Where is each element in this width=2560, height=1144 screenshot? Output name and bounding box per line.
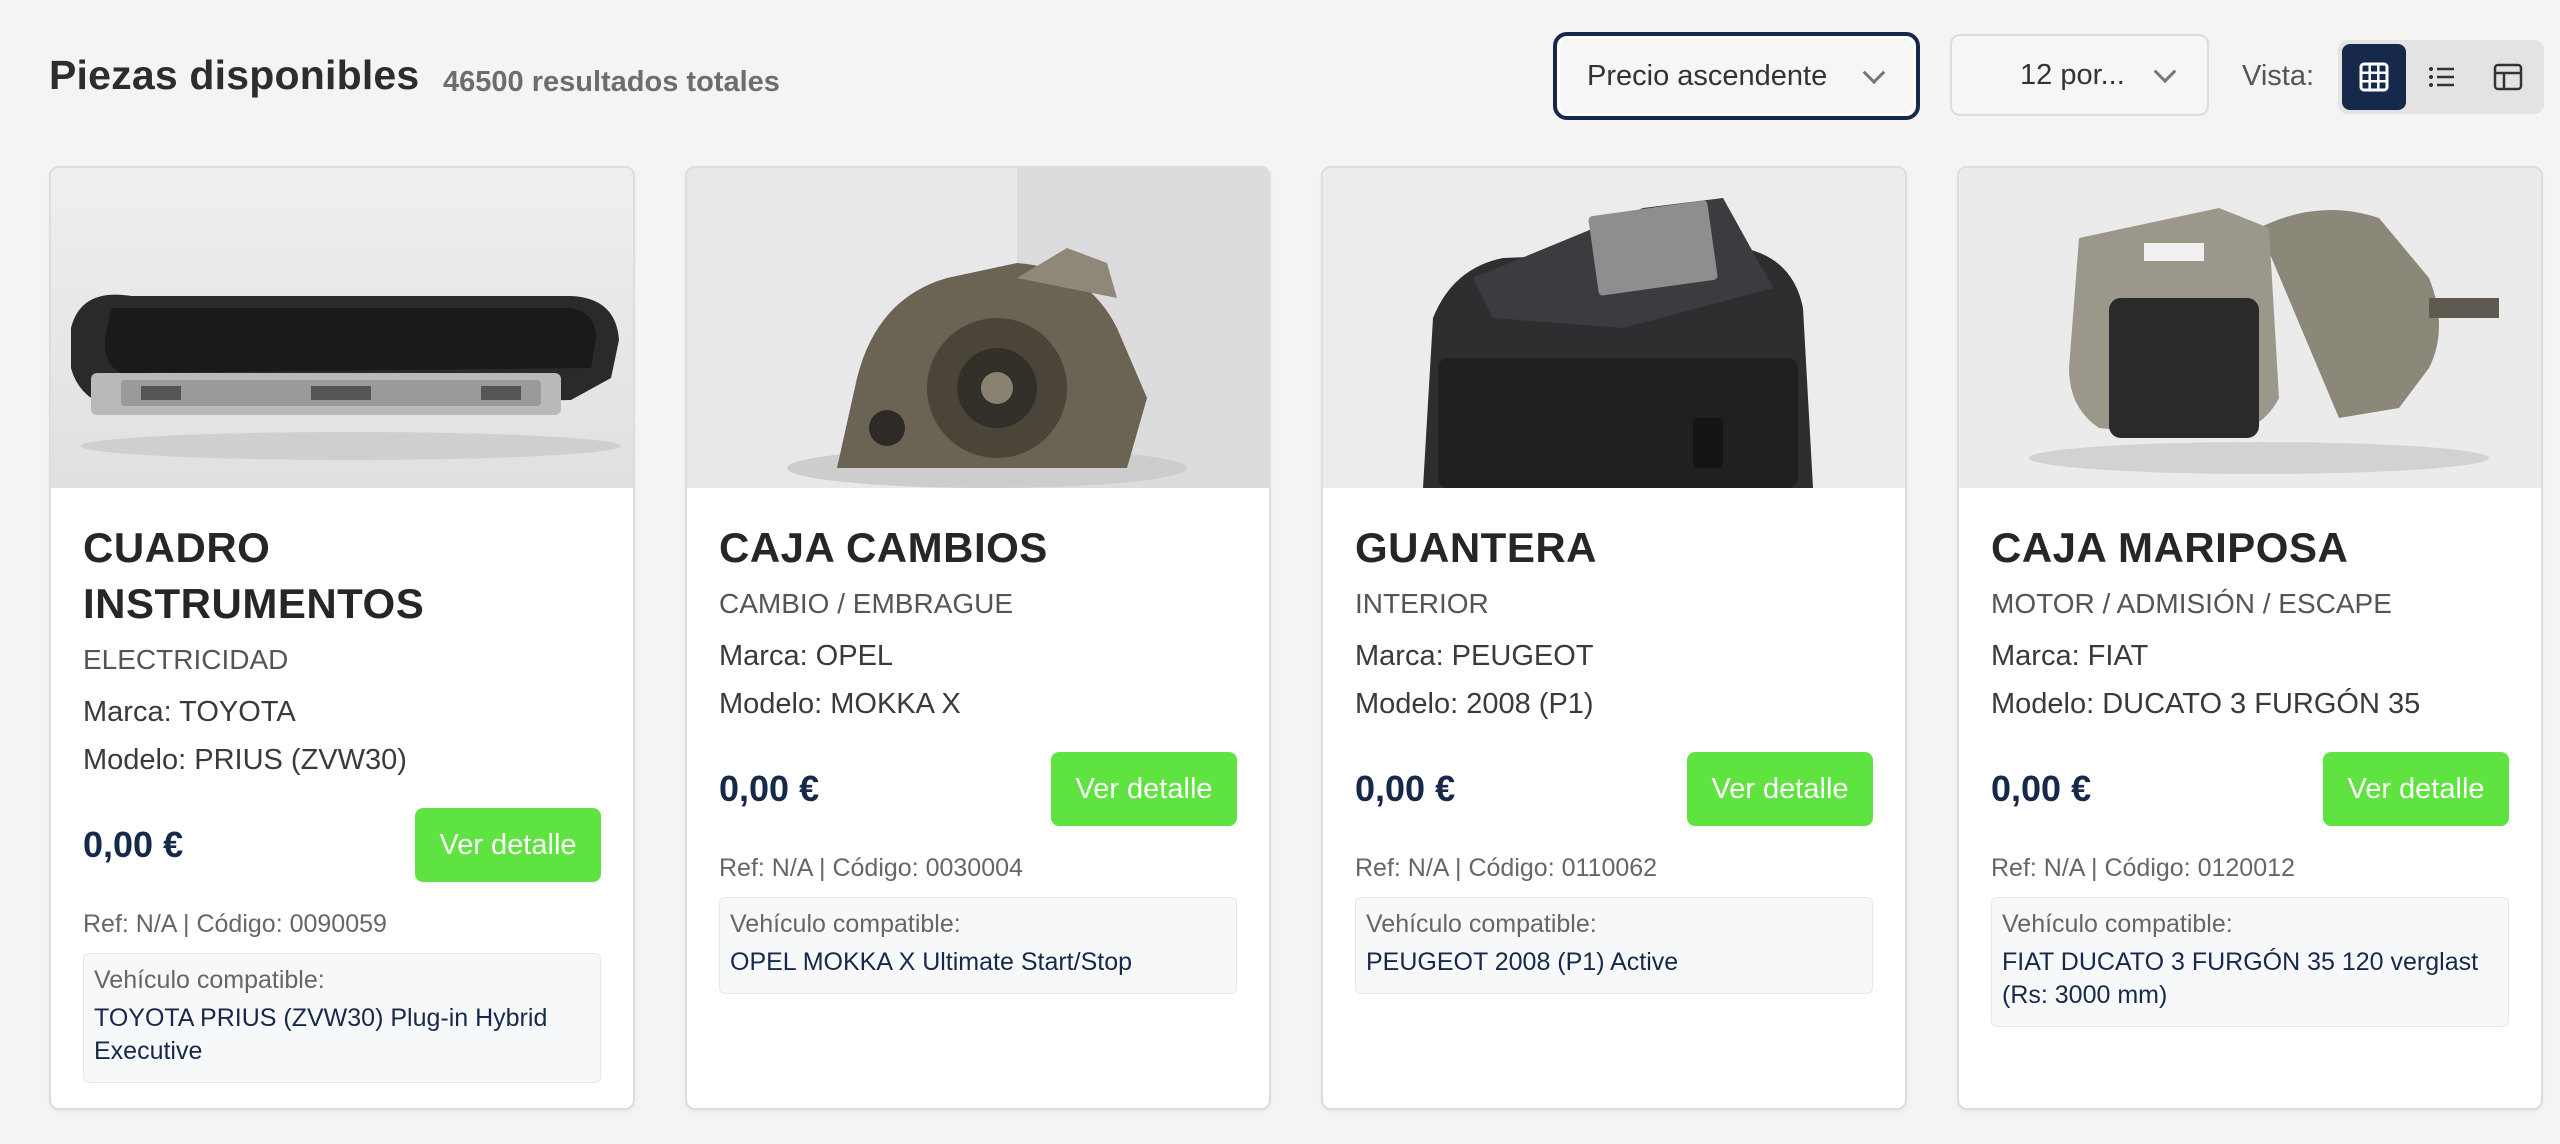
compatible-vehicle-box: Vehículo compatible: TOYOTA PRIUS (ZVW30… <box>83 953 601 1083</box>
compatible-vehicle-label: Vehículo compatible: <box>94 966 325 994</box>
results-toolbar: Piezas disponibles 46500 resultados tota… <box>0 0 2560 160</box>
product-image[interactable] <box>1323 168 1905 488</box>
product-card: CAJA MARIPOSA MOTOR / ADMISIÓN / ESCAPE … <box>1957 166 2543 1110</box>
per-page-select[interactable]: 12 por... <box>1950 34 2209 116</box>
compatible-vehicle-value: FIAT DUCATO 3 FURGÓN 35 120 verglast (Rs… <box>2002 948 2479 1009</box>
result-count: 46500 resultados totales <box>443 66 780 98</box>
page-title: Piezas disponibles <box>49 52 420 98</box>
sort-select-value: Precio ascendente <box>1587 59 1828 92</box>
compatible-vehicle-label: Vehículo compatible: <box>1366 910 1597 938</box>
product-model: Modelo: MOKKA X <box>719 688 961 720</box>
product-brand: Marca: TOYOTA <box>83 696 296 728</box>
product-reference: Ref: N/A | Código: 0120012 <box>1991 854 2295 882</box>
product-title: GUANTERA <box>1355 524 1597 571</box>
price-row: 0,00 € Ver detalle <box>83 808 601 884</box>
compatible-vehicle-label: Vehículo compatible: <box>730 910 961 938</box>
compatible-vehicle-box: Vehículo compatible: FIAT DUCATO 3 FURGÓ… <box>1991 897 2509 1027</box>
compatible-vehicle-value: TOYOTA PRIUS (ZVW30) Plug-in Hybrid Exec… <box>94 1004 548 1065</box>
table-view-button[interactable] <box>2476 44 2540 110</box>
product-card: CUADRO INSTRUMENTOS ELECTRICIDAD Marca: … <box>49 166 635 1110</box>
product-image[interactable] <box>51 168 633 488</box>
grid-view-button[interactable] <box>2342 44 2406 110</box>
gearbox-photo <box>687 168 1269 488</box>
product-model: Modelo: DUCATO 3 FURGÓN 35 <box>1991 688 2421 720</box>
product-image[interactable] <box>1959 168 2541 488</box>
view-detail-button[interactable]: Ver detalle <box>415 808 601 882</box>
product-model: Modelo: 2008 (P1) <box>1355 688 1594 720</box>
product-price: 0,00 € <box>83 824 184 865</box>
product-price: 0,00 € <box>1991 768 2092 809</box>
compatible-vehicle-box: Vehículo compatible: OPEL MOKKA X Ultima… <box>719 897 1237 994</box>
grid-icon <box>2359 62 2389 92</box>
list-icon <box>2429 67 2454 87</box>
product-brand: Marca: FIAT <box>1991 640 2149 672</box>
product-reference: Ref: N/A | Código: 0110062 <box>1355 854 1658 882</box>
product-price: 0,00 € <box>719 768 820 809</box>
product-category: MOTOR / ADMISIÓN / ESCAPE <box>1991 588 2392 619</box>
product-image[interactable] <box>687 168 1269 488</box>
product-model: Modelo: PRIUS (ZVW30) <box>83 744 407 776</box>
view-detail-button[interactable]: Ver detalle <box>1051 752 1237 826</box>
product-card: CAJA CAMBIOS CAMBIO / EMBRAGUE Marca: OP… <box>685 166 1271 1110</box>
per-page-select-value: 12 por... <box>2020 58 2125 91</box>
table-icon <box>2493 63 2523 91</box>
product-category: INTERIOR <box>1355 588 1489 619</box>
price-row: 0,00 € Ver detalle <box>719 752 1237 828</box>
product-price: 0,00 € <box>1355 768 1456 809</box>
list-view-button[interactable] <box>2410 44 2474 110</box>
product-brand: Marca: OPEL <box>719 640 894 672</box>
product-title: CAJA CAMBIOS <box>719 524 1048 571</box>
product-title: CAJA MARIPOSA <box>1991 524 2349 571</box>
instrument-cluster-photo <box>51 168 633 488</box>
view-mode-label: Vista: <box>2242 60 2315 92</box>
view-mode-toggle <box>2338 40 2544 114</box>
product-brand: Marca: PEUGEOT <box>1355 640 1594 672</box>
chevron-down-icon <box>1862 61 1886 85</box>
product-card: GUANTERA INTERIOR Marca: PEUGEOT Modelo:… <box>1321 166 1907 1110</box>
compatible-vehicle-label: Vehículo compatible: <box>2002 910 2233 938</box>
product-title: CUADRO INSTRUMENTOS <box>83 524 425 627</box>
price-row: 0,00 € Ver detalle <box>1355 752 1873 828</box>
product-reference: Ref: N/A | Código: 0090059 <box>83 910 387 938</box>
compatible-vehicle-value: PEUGEOT 2008 (P1) Active <box>1366 948 1679 976</box>
compatible-vehicle-box: Vehículo compatible: PEUGEOT 2008 (P1) A… <box>1355 897 1873 994</box>
compatible-vehicle-value: OPEL MOKKA X Ultimate Start/Stop <box>730 948 1133 976</box>
sort-select[interactable]: Precio ascendente <box>1553 32 1920 120</box>
product-reference: Ref: N/A | Código: 0030004 <box>719 854 1023 882</box>
throttle-body-photo <box>1959 168 2541 488</box>
view-detail-button[interactable]: Ver detalle <box>2323 752 2509 826</box>
glovebox-photo <box>1323 168 1905 488</box>
product-category: ELECTRICIDAD <box>83 644 289 675</box>
chevron-down-icon <box>2153 60 2177 84</box>
price-row: 0,00 € Ver detalle <box>1991 752 2509 828</box>
product-category: CAMBIO / EMBRAGUE <box>719 588 1014 619</box>
view-detail-button[interactable]: Ver detalle <box>1687 752 1873 826</box>
